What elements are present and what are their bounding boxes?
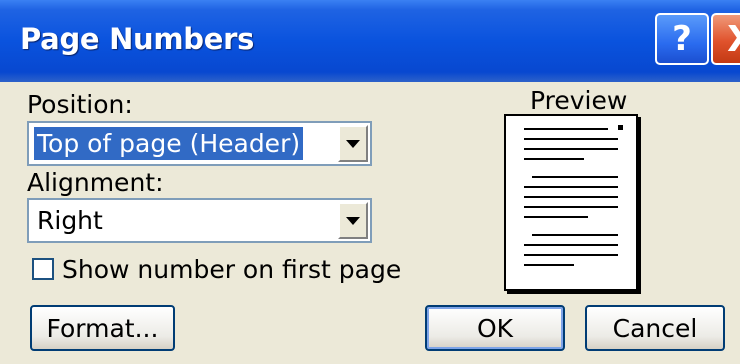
preview-text-line bbox=[524, 206, 618, 208]
ok-button[interactable]: OK bbox=[425, 305, 565, 351]
preview-page-thumbnail bbox=[504, 114, 638, 291]
preview-text-line bbox=[524, 244, 618, 246]
preview-text-line bbox=[532, 176, 618, 178]
first-page-label[interactable]: Show number on first page bbox=[62, 255, 401, 284]
title-bar[interactable]: Page Numbers ? X bbox=[0, 0, 740, 82]
alignment-label: Alignment: bbox=[27, 168, 164, 197]
alignment-dropdown[interactable]: Right bbox=[27, 198, 372, 243]
position-dropdown-arrow[interactable] bbox=[338, 125, 368, 162]
page-numbers-dialog: Page Numbers ? X Position: Top of page (… bbox=[0, 0, 740, 364]
alignment-selected-value: Right bbox=[37, 206, 103, 235]
preview-text-line bbox=[524, 128, 608, 130]
close-icon: X bbox=[727, 19, 740, 60]
chevron-down-icon bbox=[346, 216, 360, 225]
help-icon: ? bbox=[672, 19, 692, 59]
preview-label: Preview bbox=[530, 86, 628, 115]
preview-text-line bbox=[524, 196, 618, 198]
preview-text-line bbox=[524, 186, 618, 188]
preview-text-line bbox=[524, 138, 618, 140]
close-button[interactable]: X bbox=[711, 13, 740, 65]
preview-text-line bbox=[524, 264, 574, 266]
window-title: Page Numbers bbox=[20, 22, 255, 56]
preview-text-line bbox=[532, 234, 618, 236]
preview-text-line bbox=[524, 254, 618, 256]
first-page-checkbox[interactable] bbox=[32, 258, 54, 280]
format-button[interactable]: Format... bbox=[30, 305, 175, 351]
position-dropdown[interactable]: Top of page (Header) bbox=[27, 121, 372, 166]
alignment-dropdown-arrow[interactable] bbox=[338, 202, 368, 239]
cancel-button[interactable]: Cancel bbox=[585, 305, 725, 351]
page-number-marker bbox=[618, 125, 623, 130]
position-label: Position: bbox=[27, 90, 133, 119]
chevron-down-icon bbox=[346, 139, 360, 148]
preview-text-line bbox=[524, 158, 584, 160]
position-selected-value: Top of page (Header) bbox=[34, 127, 304, 160]
help-button[interactable]: ? bbox=[655, 13, 709, 65]
preview-text-line bbox=[524, 216, 588, 218]
preview-text-line bbox=[524, 148, 618, 150]
